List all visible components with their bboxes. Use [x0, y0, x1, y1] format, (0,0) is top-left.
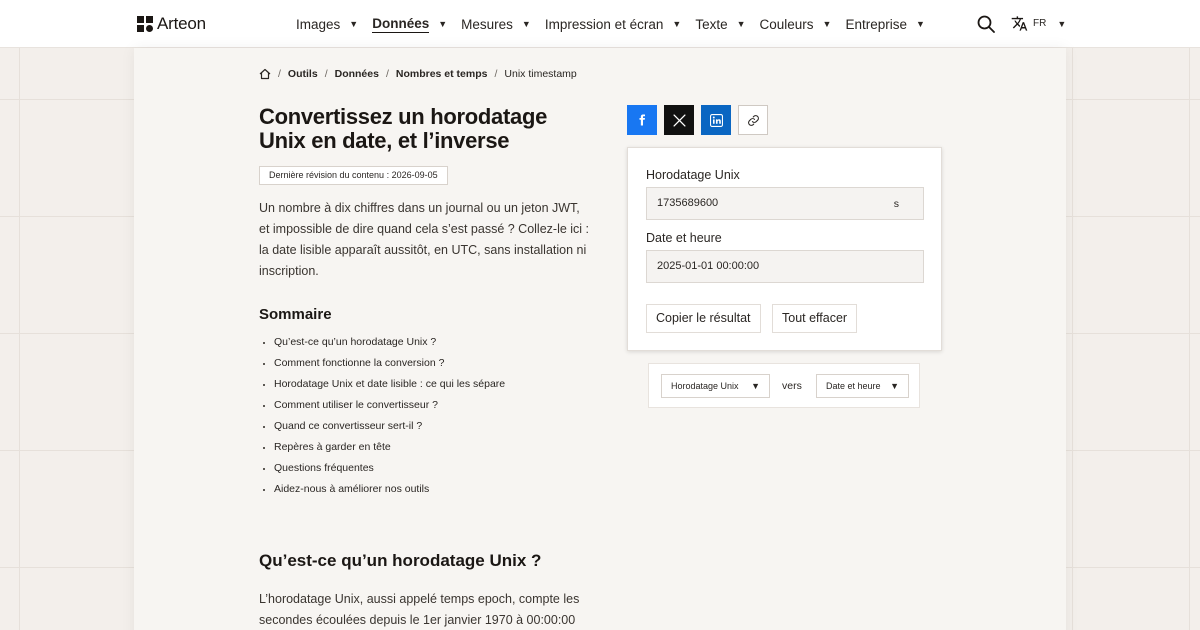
toc-list: Qu’est-ce qu’un horodatage Unix ? Commen…	[274, 332, 505, 500]
nav-item-label: Mesures	[461, 16, 513, 32]
brand-name: Arteon	[157, 14, 206, 33]
share-facebook-button[interactable]	[627, 105, 657, 135]
breadcrumb: / Outils / Données / Nombres et temps / …	[259, 68, 577, 80]
breadcrumb-separator: /	[278, 68, 281, 80]
home-icon[interactable]	[259, 68, 271, 80]
share-linkedin-button[interactable]	[701, 105, 731, 135]
page-title: Convertissez un horodatage Unix en date,…	[259, 104, 548, 153]
caret-down-icon: ▼	[822, 19, 832, 29]
nav-item-couleurs[interactable]: Couleurs ▼	[760, 0, 832, 48]
caret-down-icon: ▼	[916, 19, 925, 29]
toc-item[interactable]: Comment fonctionne la conversion ?	[274, 353, 505, 374]
site-header: Arteon Images ▼ Données ▼ Mesures ▼ Impr…	[0, 0, 1200, 48]
conversion-direction: Horodatage Unix ▼ vers Date et heure ▼	[648, 363, 920, 408]
main-content: / Outils / Données / Nombres et temps / …	[134, 48, 1066, 630]
nav-item-label: Images	[296, 16, 341, 32]
direction-connector: vers	[782, 380, 802, 392]
language-code: FR	[1033, 18, 1047, 29]
nav-item-mesures[interactable]: Mesures ▼	[461, 0, 531, 48]
share-x-button[interactable]	[664, 105, 694, 135]
intro-paragraph: Un nombre à dix chiffres dans un journal…	[259, 201, 590, 278]
copy-link-button[interactable]	[738, 105, 768, 135]
link-icon	[747, 114, 759, 126]
toc-title: Sommaire	[259, 306, 332, 323]
x-icon	[672, 113, 686, 127]
caret-down-icon: ▼	[1057, 18, 1067, 29]
breadcrumb-separator: /	[494, 68, 498, 80]
share-buttons	[627, 105, 768, 135]
logo-icon	[137, 16, 153, 32]
language-selector[interactable]: FR ▼	[1011, 15, 1066, 32]
nav-item-texte[interactable]: Texte ▼	[695, 0, 745, 48]
toc-item[interactable]: Comment utiliser le convertisseur ?	[274, 395, 505, 416]
caret-down-icon: ▼	[521, 19, 531, 29]
to-format-select[interactable]: Date et heure ▼	[816, 374, 909, 398]
breadcrumb-item-nombres-et-temps[interactable]: Nombres et temps	[396, 68, 488, 80]
section-title: Qu’est-ce qu’un horodatage Unix ?	[259, 551, 542, 570]
unix-timestamp-value: 1735689600	[657, 197, 719, 209]
revision-badge: Dernière révision du contenu : 2026-09-0…	[259, 166, 448, 185]
converter-panel: Horodatage Unix 1735689600 s Date et heu…	[627, 147, 942, 351]
caret-down-icon: ▼	[751, 381, 760, 391]
clear-all-button[interactable]: Tout effacer	[772, 304, 858, 333]
toc-item[interactable]: Repères à garder en tête	[274, 437, 505, 458]
breadcrumb-separator: /	[385, 68, 389, 80]
nav-item-donnees[interactable]: Données ▼	[372, 0, 447, 48]
linkedin-icon	[709, 113, 723, 127]
section-paragraph: L’horodatage Unix, aussi appelé temps ep…	[259, 592, 580, 627]
main-nav: Images ▼ Données ▼ Mesures ▼ Impression …	[296, 0, 939, 48]
breadcrumb-item-donnees[interactable]: Données	[335, 68, 379, 80]
breadcrumb-item-outils[interactable]: Outils	[288, 68, 318, 80]
unix-timestamp-label: Horodatage Unix	[646, 168, 740, 182]
toc-item[interactable]: Horodatage Unix et date lisible : ce qui…	[274, 374, 505, 395]
from-format-select[interactable]: Horodatage Unix ▼	[661, 374, 770, 398]
facebook-icon	[639, 114, 645, 126]
translate-icon	[1011, 16, 1028, 31]
toc-item[interactable]: Aidez-nous à améliorer nos outils	[274, 479, 505, 500]
from-format-value: Horodatage Unix	[671, 381, 739, 391]
date-time-label: Date et heure	[646, 231, 722, 245]
toc-item[interactable]: Qu’est-ce qu’un horodatage Unix ?	[274, 332, 505, 353]
copy-result-button[interactable]: Copier le résultat	[646, 304, 761, 333]
nav-item-label: Couleurs	[759, 16, 814, 32]
caret-down-icon: ▼	[438, 19, 448, 29]
nav-item-images[interactable]: Images ▼	[296, 0, 358, 48]
unix-timestamp-input[interactable]: 1735689600 s	[646, 187, 924, 220]
nav-item-label: Entreprise	[845, 16, 907, 32]
nav-item-label: Texte	[695, 16, 728, 32]
nav-item-impression[interactable]: Impression et écran ▼	[545, 0, 681, 48]
date-time-input[interactable]: 2025-01-01 00:00:00	[646, 250, 924, 283]
toc-item[interactable]: Questions fréquentes	[274, 458, 505, 479]
caret-down-icon: ▼	[672, 19, 682, 29]
unit-label: s	[893, 198, 899, 210]
toc-item[interactable]: Quand ce convertisseur sert-il ?	[274, 416, 505, 437]
nav-item-entreprise[interactable]: Entreprise ▼	[845, 0, 924, 48]
to-format-value: Date et heure	[826, 381, 881, 391]
breadcrumb-separator: /	[324, 68, 328, 80]
nav-item-label: Données	[372, 15, 430, 33]
brand-logo[interactable]: Arteon	[137, 14, 206, 34]
caret-down-icon: ▼	[349, 19, 359, 29]
date-time-value: 2025-01-01 00:00:00	[657, 260, 760, 272]
search-icon[interactable]	[977, 15, 995, 33]
nav-item-label: Impression et écran	[544, 16, 664, 32]
breadcrumb-item-current: Unix timestamp	[504, 68, 577, 80]
caret-down-icon: ▼	[890, 381, 899, 391]
caret-down-icon: ▼	[736, 19, 746, 29]
